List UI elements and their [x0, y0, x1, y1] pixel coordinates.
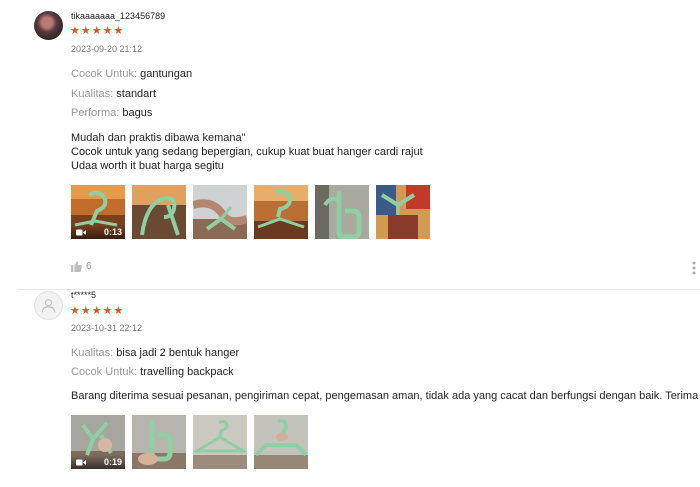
review-date: 2023-10-31 22:12	[71, 323, 143, 333]
avatar[interactable]	[34, 11, 63, 40]
review-text: Barang diterima sesuai pesanan, pengirim…	[71, 390, 700, 402]
review-card: t*****5 ★★★★★ 2023-10-31 22:12 Kualitas:…	[0, 290, 700, 487]
review-attribute: Kualitas: bisa jadi 2 bentuk hanger	[71, 347, 240, 359]
review-photo-thumbnail[interactable]	[193, 415, 247, 469]
review-date: 2023-09-20 21:12	[71, 44, 143, 54]
avatar[interactable]	[34, 291, 63, 320]
review-media: 0:19	[71, 415, 311, 469]
review-video-thumbnail[interactable]: 0:19	[71, 415, 125, 469]
default-user-icon	[41, 298, 56, 313]
star-rating: ★★★★★	[70, 305, 125, 317]
review-video-thumbnail[interactable]: 0:13	[71, 185, 125, 239]
review-photo-thumbnail[interactable]	[132, 415, 186, 469]
star-rating: ★★★★★	[70, 25, 125, 37]
review-photo-thumbnail[interactable]	[315, 185, 369, 239]
thumbs-up-icon	[71, 261, 82, 272]
review-attribute: Cocok Untuk: travelling backpack	[71, 366, 234, 378]
video-camera-icon	[76, 459, 86, 466]
review-attribute: Kualitas: standart	[71, 88, 157, 100]
like-button[interactable]: 6	[71, 261, 92, 272]
review-photo-thumbnail[interactable]	[254, 415, 308, 469]
more-options-icon[interactable]	[692, 261, 696, 275]
review-media: 0:13	[71, 185, 432, 239]
review-photo-thumbnail[interactable]	[193, 185, 247, 239]
review-attribute: Cocok Untuk: gantungan	[71, 68, 193, 80]
review-text: Mudah dan praktis dibawa kemana" Cocok u…	[71, 132, 423, 172]
review-card: tikaaaaaaa_123456789 ★★★★★ 2023-09-20 21…	[0, 0, 700, 288]
review-photo-thumbnail[interactable]	[254, 185, 308, 239]
review-photo-thumbnail[interactable]	[376, 185, 430, 239]
like-count: 6	[86, 261, 92, 272]
reviewer-username[interactable]: t*****5	[71, 290, 96, 300]
review-attribute: Performa: bagus	[71, 107, 153, 119]
video-duration: 0:19	[103, 457, 122, 467]
video-camera-icon	[76, 229, 86, 236]
video-duration: 0:13	[103, 227, 122, 237]
review-photo-thumbnail[interactable]	[132, 185, 186, 239]
reviewer-username[interactable]: tikaaaaaaa_123456789	[71, 11, 165, 21]
